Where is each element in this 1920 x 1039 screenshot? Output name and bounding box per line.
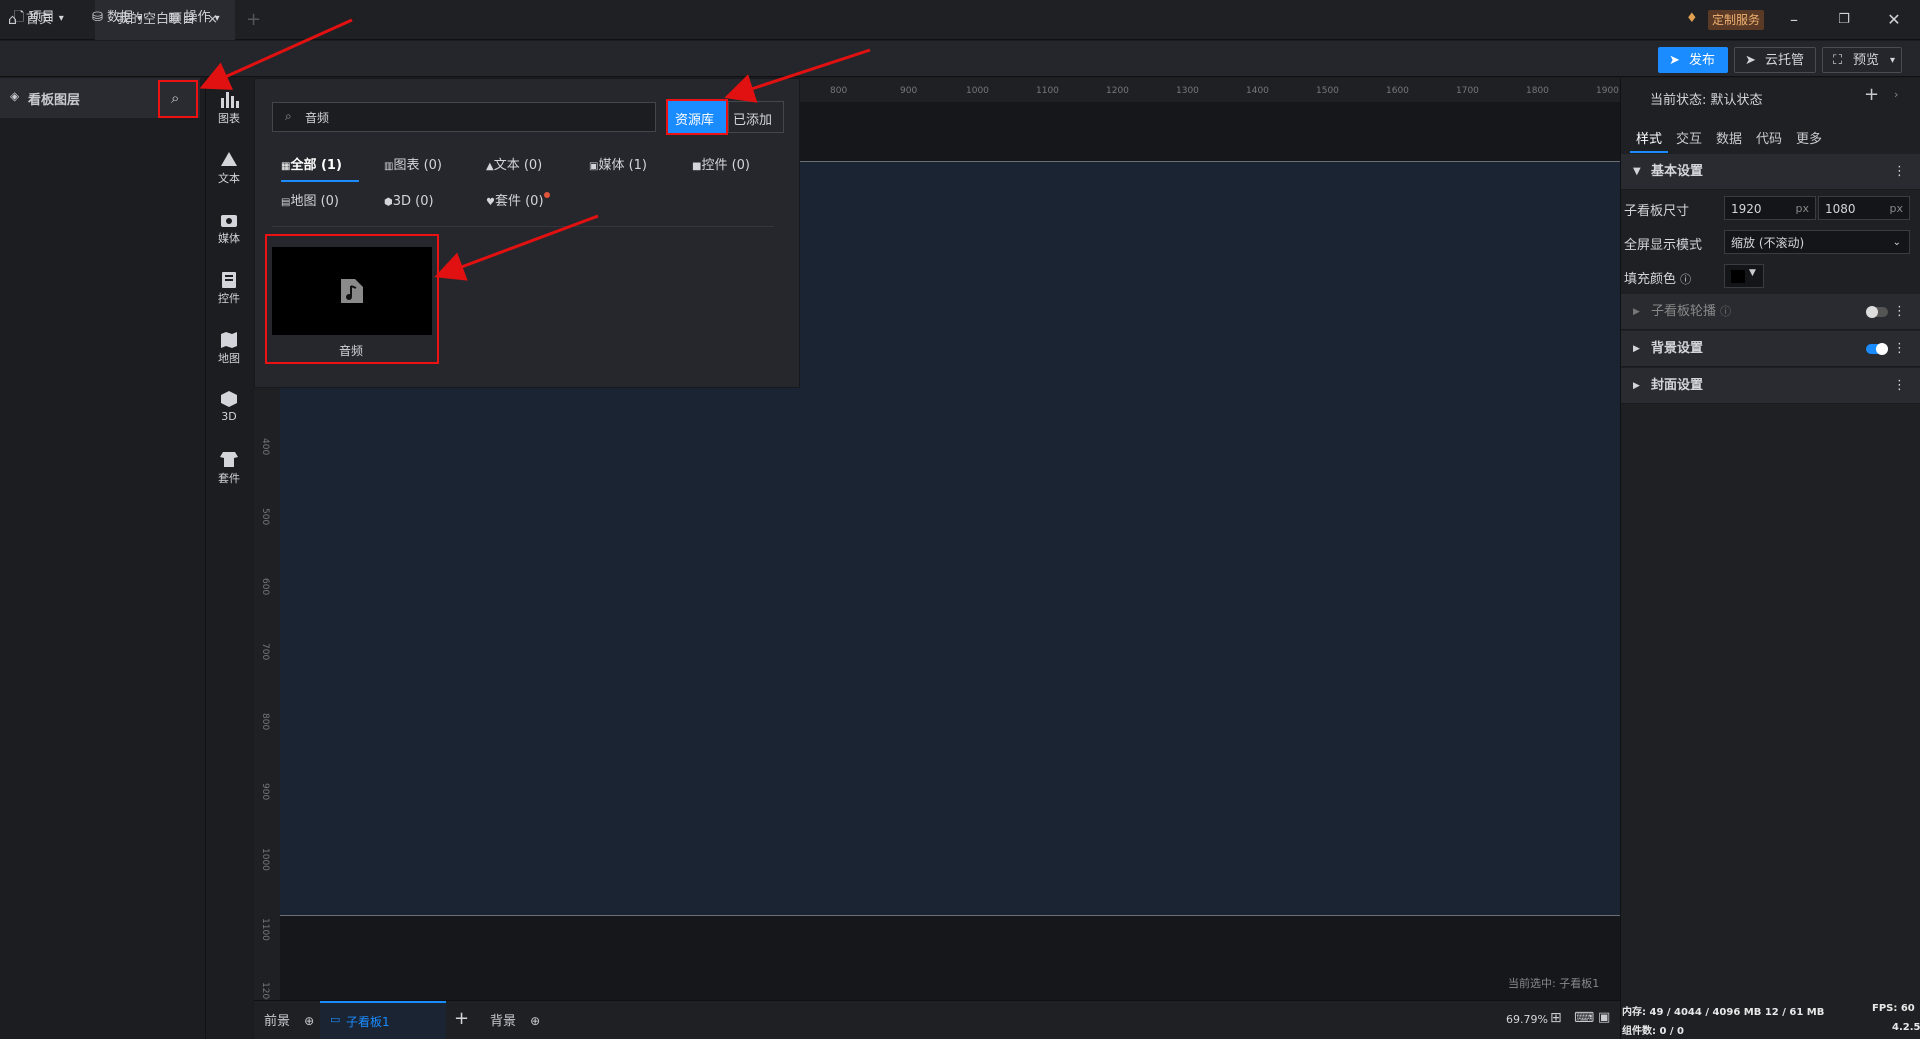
tab-code[interactable]: 代码 bbox=[1756, 128, 1782, 147]
section-carousel-label: 子看板轮播 bbox=[1651, 304, 1717, 319]
foreground-label: 前景 bbox=[264, 1014, 291, 1029]
size-label: 子看板尺寸 bbox=[1624, 204, 1690, 219]
fps-status: FPS: 60 bbox=[1872, 1003, 1915, 1014]
carousel-toggle[interactable] bbox=[1866, 306, 1888, 318]
height-unit: px bbox=[1889, 202, 1904, 215]
tab-data[interactable]: 数据 bbox=[1716, 128, 1742, 147]
terminal-icon[interactable]: ▣ bbox=[1598, 1010, 1610, 1025]
tab-style-underline bbox=[1630, 151, 1668, 153]
chevron-down-icon: ⌄ bbox=[1892, 237, 1901, 248]
section-cover[interactable]: ▶ 封面设置 ⋮ bbox=[1621, 368, 1920, 404]
help-icon[interactable]: ⓘ bbox=[1720, 305, 1731, 318]
zoom-level[interactable]: 69.79% bbox=[1506, 1013, 1548, 1026]
section-background[interactable]: ▶ 背景设置 ⋮ bbox=[1621, 331, 1920, 367]
annotation-arrow-search bbox=[199, 18, 353, 90]
height-input[interactable]: 1080 px bbox=[1818, 196, 1910, 220]
fill-color-picker[interactable]: ▼ bbox=[1724, 264, 1764, 288]
keyboard-icon[interactable]: ⌨ bbox=[1574, 1010, 1594, 1026]
memory-status: 内存: 49 / 4044 / 4096 MB 12 / 61 MB bbox=[1622, 1007, 1825, 1018]
add-circle-icon[interactable]: ⊕ bbox=[530, 1014, 540, 1028]
tab-style-label: 样式 bbox=[1636, 132, 1663, 147]
tab-style[interactable]: 样式 bbox=[1636, 128, 1670, 147]
tab-more[interactable]: 更多 bbox=[1796, 128, 1822, 147]
fullscreen-mode-value: 缩放 (不滚动) bbox=[1731, 236, 1805, 250]
version-label: 4.2.5 bbox=[1892, 1022, 1920, 1033]
section-background-label: 背景设置 bbox=[1651, 341, 1704, 356]
tab-interaction-label: 交互 bbox=[1676, 132, 1703, 147]
fullscreen-mode-select[interactable]: 缩放 (不滚动) ⌄ bbox=[1724, 230, 1910, 254]
background-label: 背景 bbox=[490, 1014, 517, 1029]
color-swatch bbox=[1731, 270, 1745, 283]
caret-right-icon: ▶ bbox=[1633, 381, 1640, 391]
property-panel bbox=[1620, 78, 1920, 1039]
background-tab[interactable]: 背景 ⊕ bbox=[490, 1010, 540, 1029]
tab-code-label: 代码 bbox=[1756, 132, 1783, 147]
height-value: 1080 bbox=[1825, 202, 1856, 216]
more-vertical-icon[interactable]: ⋮ bbox=[1893, 368, 1906, 404]
more-vertical-icon[interactable]: ⋮ bbox=[1893, 154, 1906, 190]
caret-right-icon: ▶ bbox=[1633, 307, 1640, 317]
annotation-arrow-library bbox=[724, 48, 871, 103]
width-input[interactable]: 1920 px bbox=[1724, 196, 1816, 220]
section-basic-label: 基本设置 bbox=[1651, 164, 1704, 179]
add-board-button[interactable]: + bbox=[454, 1008, 469, 1029]
more-vertical-icon[interactable]: ⋮ bbox=[1893, 331, 1906, 367]
subboard-label: 子看板1 bbox=[346, 1015, 390, 1029]
add-state-icon[interactable]: + bbox=[1864, 84, 1879, 105]
fit-screen-icon[interactable]: ⊞ bbox=[1550, 1010, 1562, 1026]
section-basic[interactable]: ▼ 基本设置 ⋮ bbox=[1621, 154, 1920, 190]
component-count: 组件数: 0 / 0 bbox=[1622, 1026, 1685, 1037]
width-value: 1920 bbox=[1731, 202, 1762, 216]
annotation-arrow-asset bbox=[434, 214, 599, 281]
subboard-tab[interactable]: ▭ 子看板1 bbox=[320, 1001, 446, 1039]
background-toggle[interactable] bbox=[1866, 343, 1888, 355]
section-cover-label: 封面设置 bbox=[1651, 378, 1704, 393]
caret-down-icon: ▼ bbox=[1633, 166, 1641, 177]
width-unit: px bbox=[1795, 202, 1810, 215]
caret-down-icon: ▼ bbox=[1749, 268, 1756, 278]
fill-color-row: 填充颜色 ⓘ bbox=[1624, 268, 1691, 287]
caret-right-icon: ▶ bbox=[1633, 344, 1640, 354]
more-vertical-icon[interactable]: ⋮ bbox=[1893, 294, 1906, 330]
monitor-icon: ▭ bbox=[330, 1013, 341, 1026]
current-state-label: 当前状态: 默认状态 bbox=[1650, 93, 1763, 108]
foreground-tab[interactable]: 前景 ⊕ bbox=[264, 1010, 314, 1029]
section-carousel[interactable]: ▶ 子看板轮播 ⓘ ⋮ bbox=[1621, 294, 1920, 330]
chevron-right-icon[interactable]: › bbox=[1894, 88, 1898, 101]
tab-interaction[interactable]: 交互 bbox=[1676, 128, 1702, 147]
fill-color-label: 填充颜色 bbox=[1624, 272, 1677, 287]
tab-more-label: 更多 bbox=[1796, 132, 1823, 147]
fullscreen-mode-label: 全屏显示模式 bbox=[1624, 238, 1703, 253]
help-icon[interactable]: ⓘ bbox=[1680, 273, 1691, 286]
tab-data-label: 数据 bbox=[1716, 132, 1743, 147]
add-circle-icon[interactable]: ⊕ bbox=[304, 1014, 314, 1028]
